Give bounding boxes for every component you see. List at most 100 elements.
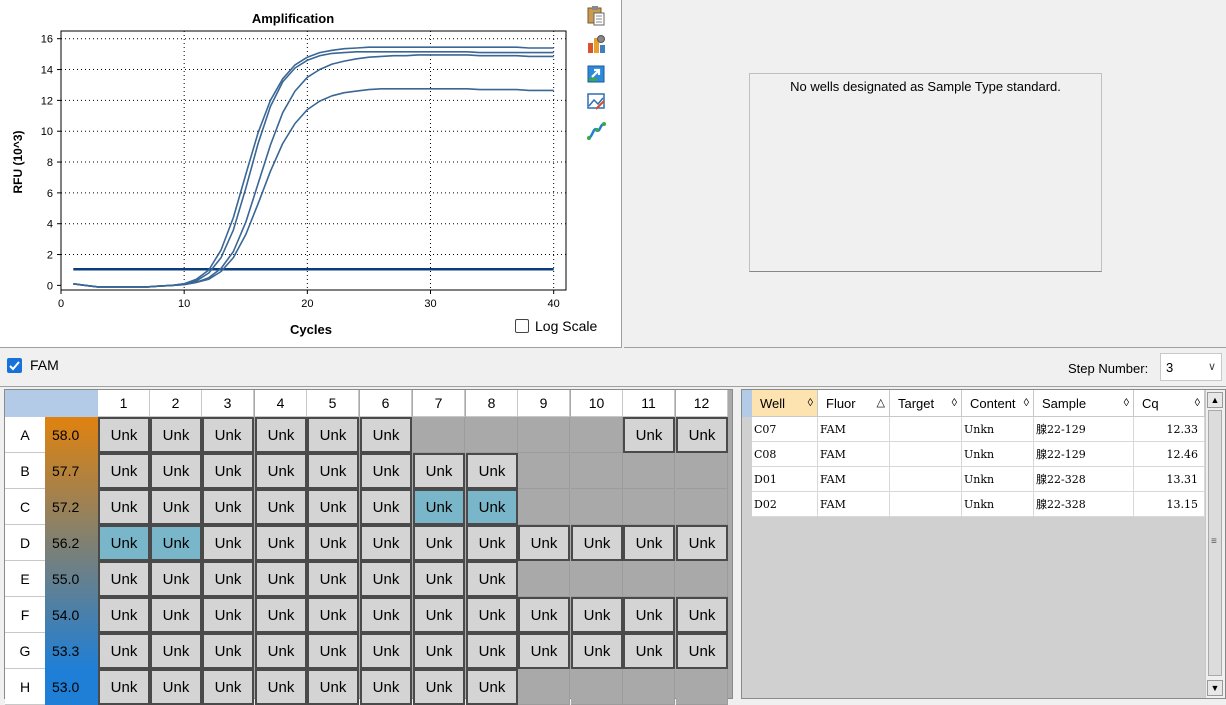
plate-well[interactable]: Unk	[623, 417, 675, 453]
plate-well-empty[interactable]	[571, 417, 623, 453]
plate-well[interactable]: Unk	[413, 561, 465, 597]
cell-fluor[interactable]: FAM	[818, 417, 890, 442]
plate-well[interactable]: Unk	[150, 561, 202, 597]
plate-well[interactable]: Unk	[98, 489, 150, 525]
log-scale-toggle[interactable]: Log Scale	[515, 318, 597, 334]
plate-well[interactable]: Unk	[150, 669, 202, 705]
plate-row-header[interactable]: C	[5, 489, 45, 525]
plate-column-header[interactable]: 9	[518, 390, 570, 417]
plate-well-empty[interactable]	[676, 453, 728, 489]
fam-checkbox[interactable]	[7, 358, 22, 373]
plate-row-header[interactable]: F	[5, 597, 45, 633]
plate-well-empty[interactable]	[518, 669, 570, 705]
cell-target[interactable]	[890, 467, 962, 492]
plate-well[interactable]: Unk	[98, 597, 150, 633]
plate-well[interactable]: Unk	[518, 597, 570, 633]
plate-well[interactable]: Unk	[98, 561, 150, 597]
cell-fluor[interactable]: FAM	[818, 442, 890, 467]
plate-well-empty[interactable]	[518, 453, 570, 489]
plate-well[interactable]: Unk	[571, 597, 623, 633]
cell-sample[interactable]: 腺22-328	[1034, 467, 1134, 492]
plate-row-header[interactable]: G	[5, 633, 45, 669]
plate-well[interactable]: Unk	[255, 669, 307, 705]
cell-target[interactable]	[890, 492, 962, 517]
plate-well[interactable]: Unk	[255, 453, 307, 489]
plate-well[interactable]: Unk	[255, 525, 307, 561]
cell-content[interactable]: Unkn	[962, 467, 1034, 492]
plate-well[interactable]: Unk	[466, 489, 518, 525]
plate-well[interactable]: Unk	[150, 597, 202, 633]
plate-well[interactable]: Unk	[98, 525, 150, 561]
plate-well[interactable]: Unk	[202, 525, 254, 561]
cell-target[interactable]	[890, 417, 962, 442]
plate-well-empty[interactable]	[623, 669, 675, 705]
plate-well[interactable]: Unk	[202, 489, 254, 525]
plate-well[interactable]: Unk	[466, 633, 518, 669]
cell-cq[interactable]: 13.31	[1134, 467, 1205, 492]
plate-well[interactable]: Unk	[676, 417, 728, 453]
plate-well-empty[interactable]	[518, 489, 570, 525]
plate-column-header[interactable]: 10	[571, 390, 623, 417]
plate-well[interactable]: Unk	[413, 489, 465, 525]
sort-icon[interactable]: ◊	[1195, 390, 1200, 417]
cell-well[interactable]: D02	[752, 492, 818, 517]
plate-well[interactable]: Unk	[307, 489, 359, 525]
plate-well[interactable]: Unk	[150, 633, 202, 669]
plate-well[interactable]: Unk	[623, 597, 675, 633]
column-header-fluor[interactable]: Fluor △	[818, 390, 890, 417]
cell-target[interactable]	[890, 442, 962, 467]
plate-well[interactable]: Unk	[202, 453, 254, 489]
curve-icon[interactable]	[585, 120, 607, 142]
plate-well[interactable]: Unk	[413, 633, 465, 669]
plate-row-header[interactable]: E	[5, 561, 45, 597]
plate-well[interactable]: Unk	[360, 669, 412, 705]
cell-well[interactable]: D01	[752, 467, 818, 492]
sort-icon[interactable]: ◊	[1024, 390, 1029, 417]
plate-well[interactable]: Unk	[360, 597, 412, 633]
plate-well[interactable]: Unk	[518, 525, 570, 561]
plate-well-empty[interactable]	[676, 669, 728, 705]
plate-column-header[interactable]: 4	[255, 390, 307, 417]
scroll-thumb[interactable]: ≡	[1208, 410, 1222, 676]
plate-column-header[interactable]: 7	[413, 390, 465, 417]
plate-well-empty[interactable]	[676, 561, 728, 597]
column-header-sample[interactable]: Sample ◊	[1034, 390, 1134, 417]
plate-well-empty[interactable]	[518, 561, 570, 597]
plate-row-header[interactable]: D	[5, 525, 45, 561]
plate-well[interactable]: Unk	[98, 633, 150, 669]
plate-well[interactable]: Unk	[360, 525, 412, 561]
plate-well[interactable]: Unk	[466, 453, 518, 489]
plate-well[interactable]: Unk	[307, 669, 359, 705]
plate-well-empty[interactable]	[571, 561, 623, 597]
image-settings-icon[interactable]	[585, 90, 607, 112]
plate-column-header[interactable]: 11	[623, 390, 675, 417]
plate-well[interactable]: Unk	[202, 633, 254, 669]
plate-well[interactable]: Unk	[413, 453, 465, 489]
plate-column-header[interactable]: 8	[466, 390, 518, 417]
plate-well[interactable]: Unk	[255, 597, 307, 633]
plate-well[interactable]: Unk	[466, 561, 518, 597]
plate-column-header[interactable]: 6	[360, 390, 412, 417]
plate-well[interactable]: Unk	[150, 417, 202, 453]
plate-well[interactable]: Unk	[466, 525, 518, 561]
column-header-well[interactable]: Well ◊	[752, 390, 818, 417]
plate-well-empty[interactable]	[571, 453, 623, 489]
plate-column-header[interactable]: 3	[202, 390, 254, 417]
plate-well[interactable]: Unk	[255, 489, 307, 525]
plate-well-empty[interactable]	[571, 489, 623, 525]
column-header-target[interactable]: Target ◊	[890, 390, 962, 417]
plate-well[interactable]: Unk	[413, 597, 465, 633]
plate-well-empty[interactable]	[623, 489, 675, 525]
plate-well[interactable]: Unk	[307, 597, 359, 633]
sort-icon[interactable]: ◊	[1124, 390, 1129, 417]
plate-well[interactable]: Unk	[307, 525, 359, 561]
plate-well[interactable]: Unk	[98, 453, 150, 489]
cell-cq[interactable]: 13.15	[1134, 492, 1205, 517]
cell-fluor[interactable]: FAM	[818, 467, 890, 492]
plate-well[interactable]: Unk	[466, 597, 518, 633]
plate-well[interactable]: Unk	[98, 417, 150, 453]
plate-well[interactable]: Unk	[466, 669, 518, 705]
plate-well[interactable]: Unk	[202, 561, 254, 597]
plate-well[interactable]: Unk	[571, 525, 623, 561]
plate-well[interactable]: Unk	[307, 561, 359, 597]
